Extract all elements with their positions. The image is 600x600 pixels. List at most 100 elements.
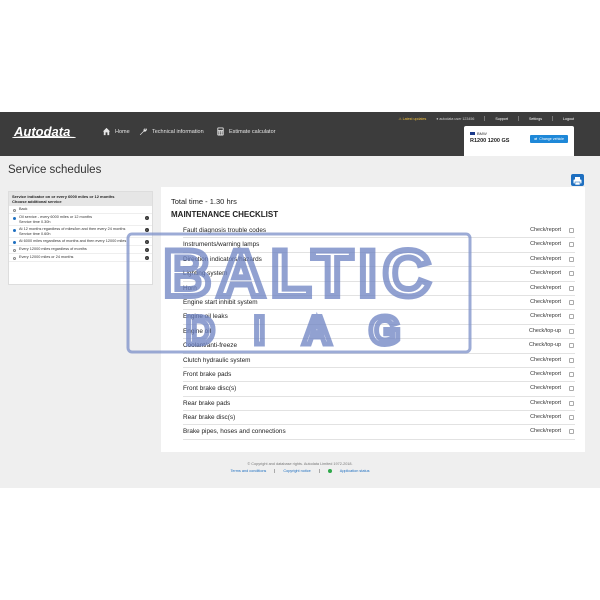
home-icon <box>102 127 111 136</box>
checklist-item-action: Check/report <box>530 356 561 363</box>
checklist-checkbox[interactable] <box>569 256 574 262</box>
checklist-checkbox[interactable] <box>569 400 574 406</box>
user-account[interactable]: ● autodata user 123456 <box>436 117 474 121</box>
checklist-checkbox[interactable] <box>569 371 574 377</box>
checklist-checkbox[interactable] <box>569 299 574 305</box>
checklist-item-action: Check/report <box>530 241 561 248</box>
checklist-row: Brake pipes, hoses and connections Check/… <box>183 425 575 440</box>
app-window: Autodata Home Technical information Esti… <box>0 112 600 488</box>
radio-button[interactable] <box>13 257 16 261</box>
application-status-link[interactable]: Application status <box>340 469 370 473</box>
vehicle-make-label: BMW <box>477 131 487 136</box>
latest-updates-link[interactable]: ⚠ Latest updates <box>398 117 426 121</box>
settings-link[interactable]: Settings <box>529 117 542 121</box>
logout-link[interactable]: Logout <box>563 117 574 121</box>
nav-home[interactable]: Home <box>102 127 130 136</box>
footer: © Copyright and database rights. Autodat… <box>0 462 600 473</box>
checklist-item-name: Fault diagnosis trouble codes <box>183 227 267 234</box>
service-option[interactable]: At 6000 miles regardless of months and t… <box>9 238 152 247</box>
checklist-item-action: Check/report <box>530 385 561 392</box>
radio-button[interactable] <box>13 229 16 233</box>
service-options-heading: Service indicator on or every 6000 miles… <box>9 192 152 206</box>
checklist-item-name: Rear brake pads <box>183 399 231 407</box>
service-option-label: At 6000 miles regardless of months and t… <box>19 239 127 244</box>
checklist-row: Engine start inhibit system Check/report <box>183 296 575 311</box>
checklist-item-name: Front brake pads <box>183 370 232 378</box>
checklist-row: Front brake pads Check/report <box>183 368 575 383</box>
checklist-checkbox[interactable] <box>569 328 574 334</box>
user-label: autodata user 123456 <box>439 116 475 121</box>
service-option-label: Every 12000 miles regardless of months <box>19 247 87 252</box>
service-option-label: Back <box>19 207 28 211</box>
checklist-checkbox[interactable] <box>569 242 574 248</box>
checklist-list: Fault diagnosis trouble codes Check/repor… <box>183 224 575 440</box>
checklist-item-action: Check/report <box>530 428 561 435</box>
checklist-item-name: Coolant/anti-freeze <box>183 342 237 350</box>
copyright-text: © Copyright and database rights. Autodat… <box>247 462 353 466</box>
checklist-row: Horn Check/report <box>183 282 575 296</box>
checklist-checkbox[interactable] <box>569 429 574 435</box>
wrench-icon <box>139 128 147 136</box>
checklist-checkbox[interactable] <box>569 415 574 421</box>
logo-swoosh <box>12 136 76 139</box>
checklist-item-action: Check/report <box>530 255 561 262</box>
checklist-item-name: Engine oil leaks <box>183 313 228 321</box>
checklist-checkbox[interactable] <box>569 357 574 363</box>
nav-estimate-calculator[interactable]: Estimate calculator <box>216 127 275 136</box>
nav-technical-label: Technical information <box>152 128 204 135</box>
checklist-item-name: Clutch hydraulic system <box>183 356 251 364</box>
checklist-item-action: Check/report <box>530 284 561 291</box>
checklist-checkbox[interactable] <box>569 343 574 349</box>
radio-button[interactable] <box>13 249 16 253</box>
nav-home-label: Home <box>115 128 130 135</box>
checklist-item-name: Rear brake disc(s) <box>183 414 236 422</box>
checklist-row: Rear brake disc(s) Check/report <box>183 411 575 426</box>
checklist-checkbox[interactable] <box>569 271 574 277</box>
change-vehicle-button[interactable]: ⇄ Change vehicle <box>530 135 568 143</box>
support-link[interactable]: Support <box>495 117 508 121</box>
checklist-panel: Total time - 1.30 hrs MAINTENANCE CHECKL… <box>161 187 585 452</box>
vehicle-selector: BMW R1200 1200 GS ⇄ Change vehicle <box>464 126 574 156</box>
divider <box>274 469 276 473</box>
radio-button[interactable] <box>13 241 16 245</box>
service-option-label: Every 12000 miles or 24 months <box>19 255 74 260</box>
terms-link[interactable]: Terms and conditions <box>230 469 266 473</box>
divider <box>318 469 320 473</box>
checklist-row: Front brake disc(s) Check/report <box>183 382 575 397</box>
vehicle-model: R1200 1200 GS <box>470 138 510 144</box>
service-option[interactable]: Oil service - every 6000 miles or 12 mon… <box>9 214 152 227</box>
checklist-row: Engine oil Check/top-up <box>183 325 575 340</box>
divider <box>518 116 519 121</box>
print-button[interactable] <box>571 174 584 186</box>
service-option[interactable]: Every 12000 miles regardless of months i <box>9 246 152 255</box>
service-option[interactable]: At 12 months regardless of miles/km and … <box>9 226 152 239</box>
checklist-row: Lighting system Check/report <box>183 267 575 282</box>
checklist-title: MAINTENANCE CHECKLIST <box>171 210 279 219</box>
copyright-notice-link[interactable]: Copyright notice <box>283 469 310 473</box>
radio-button[interactable] <box>13 217 16 220</box>
checklist-checkbox[interactable] <box>569 285 574 291</box>
checklist-checkbox[interactable] <box>569 314 574 320</box>
checklist-row: Engine oil leaks Check/report <box>183 310 575 325</box>
divider <box>484 116 486 121</box>
radio-button[interactable] <box>13 209 16 212</box>
service-option[interactable]: Back <box>9 206 152 214</box>
checklist-checkbox[interactable] <box>569 386 574 392</box>
service-time-label: Service time 0.30h <box>19 219 51 224</box>
service-options-panel: Service indicator on or every 6000 miles… <box>8 191 153 285</box>
status-ok-icon <box>327 469 332 473</box>
change-vehicle-label: Change vehicle <box>539 137 564 141</box>
checklist-item-name: Horn <box>183 284 197 292</box>
top-utility-bar: ⚠ Latest updates ● autodata user 123456 … <box>398 116 574 121</box>
print-icon <box>573 177 582 186</box>
nav-technical-information[interactable]: Technical information <box>139 127 204 136</box>
checklist-item-name: Instruments/warning lamps <box>183 241 260 249</box>
checklist-item-name: Brake pipes, hoses and connections <box>183 428 286 436</box>
checklist-checkbox[interactable] <box>569 228 574 233</box>
checklist-row: Coolant/anti-freeze Check/top-up <box>183 339 575 354</box>
service-time-label: Service time 0.60h <box>19 231 51 236</box>
latest-updates-label: Latest updates <box>402 116 427 121</box>
service-option[interactable]: Every 12000 miles or 24 months i <box>9 254 152 263</box>
top-header: Autodata Home Technical information Esti… <box>0 112 600 156</box>
info-icon[interactable]: i <box>145 216 149 220</box>
